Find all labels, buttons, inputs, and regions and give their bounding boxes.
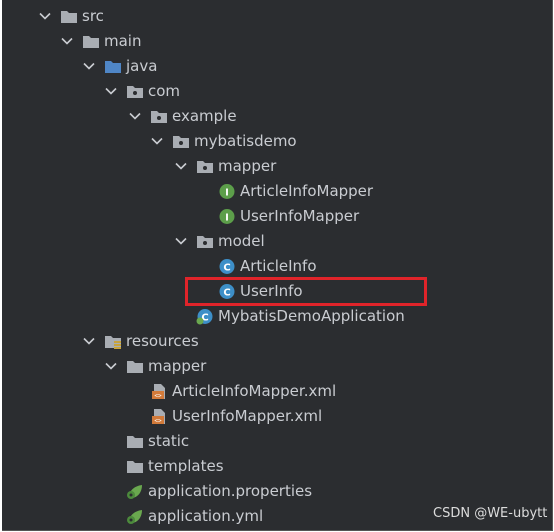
- tree-item-com[interactable]: com: [2, 79, 552, 104]
- spring-config-icon: [126, 483, 144, 500]
- tree-item-label: resources: [126, 332, 199, 350]
- xml-file-icon: <>: [150, 383, 168, 400]
- tree-item-label: ArticleInfoMapper.xml: [172, 382, 337, 400]
- tree-item-label: UserInfo: [240, 282, 303, 300]
- resources-folder-icon: [104, 333, 122, 350]
- tree-item-mybatisdemoapplication[interactable]: C MybatisDemoApplication: [2, 304, 552, 329]
- svg-text:<>: <>: [154, 393, 162, 400]
- chevron-down-icon[interactable]: [174, 234, 188, 248]
- chevron-down-icon[interactable]: [150, 134, 164, 148]
- project-tree-panel: src main java com example mybatisdemo mapper I A…: [2, 0, 553, 531]
- tree-item-label: application.yml: [148, 507, 264, 525]
- chevron-down-icon[interactable]: [38, 9, 52, 23]
- tree-item-articleinfo[interactable]: C ArticleInfo: [2, 254, 552, 279]
- tree-item-src[interactable]: src: [2, 4, 552, 29]
- chevron-down-icon[interactable]: [128, 109, 142, 123]
- package-icon: [196, 158, 214, 175]
- package-icon: [126, 83, 144, 100]
- tree-item-application-properties[interactable]: application.properties: [2, 479, 552, 504]
- svg-text:C: C: [223, 288, 230, 299]
- tree-item-label: ArticleInfoMapper: [240, 182, 374, 200]
- tree-item-label: mybatisdemo: [194, 132, 297, 150]
- tree-item-label: com: [148, 82, 181, 100]
- watermark: CSDN @WE-ubytt: [433, 506, 548, 521]
- folder-icon: [82, 33, 100, 50]
- tree-item-label: example: [172, 107, 237, 125]
- chevron-down-icon[interactable]: [174, 159, 188, 173]
- tree-item-mybatisdemo[interactable]: mybatisdemo: [2, 129, 552, 154]
- tree-item-label: UserInfoMapper: [240, 207, 360, 225]
- tree-item-resources[interactable]: resources: [2, 329, 552, 354]
- svg-text:I: I: [225, 188, 229, 199]
- tree-item-articleinfomapper[interactable]: I ArticleInfoMapper: [2, 179, 552, 204]
- tree-item-userinfomapper[interactable]: I UserInfoMapper: [2, 204, 552, 229]
- tree-item-label: src: [82, 7, 104, 25]
- svg-text:<>: <>: [154, 418, 162, 425]
- tree-item-userinfo[interactable]: C UserInfo: [2, 279, 552, 304]
- tree-item-label: templates: [148, 457, 224, 475]
- tree-item-main[interactable]: main: [2, 29, 552, 54]
- source-folder-icon: [104, 58, 122, 75]
- folder-icon: [126, 458, 144, 475]
- tree-item-mapper-folder[interactable]: mapper: [2, 354, 552, 379]
- tree-item-label: static: [148, 432, 190, 450]
- spring-config-icon: [126, 508, 144, 525]
- interface-icon: I: [218, 183, 236, 200]
- folder-icon: [60, 8, 78, 25]
- tree-item-articleinfomapper-xml[interactable]: <> ArticleInfoMapper.xml: [2, 379, 552, 404]
- tree-item-label: main: [104, 32, 142, 50]
- tree-item-label: UserInfoMapper.xml: [172, 407, 323, 425]
- tree-item-label: MybatisDemoApplication: [218, 307, 405, 325]
- tree-item-label: java: [126, 57, 158, 75]
- folder-icon: [126, 358, 144, 375]
- svg-text:C: C: [223, 263, 230, 274]
- tree-item-model[interactable]: model: [2, 229, 552, 254]
- class-icon: C: [218, 258, 236, 275]
- chevron-down-icon[interactable]: [60, 34, 74, 48]
- svg-text:I: I: [225, 213, 229, 224]
- tree-item-label: ArticleInfo: [240, 257, 317, 275]
- tree-item-example[interactable]: example: [2, 104, 552, 129]
- chevron-down-icon[interactable]: [82, 59, 96, 73]
- tree-item-label: application.properties: [148, 482, 313, 500]
- class-icon: C: [218, 283, 236, 300]
- tree-item-static[interactable]: static: [2, 429, 552, 454]
- tree-item-label: mapper: [218, 157, 277, 175]
- tree-item-templates[interactable]: templates: [2, 454, 552, 479]
- chevron-down-icon[interactable]: [104, 84, 118, 98]
- package-icon: [172, 133, 190, 150]
- xml-file-icon: <>: [150, 408, 168, 425]
- tree-item-mapper-package[interactable]: mapper: [2, 154, 552, 179]
- tree-item-userinfomapper-xml[interactable]: <> UserInfoMapper.xml: [2, 404, 552, 429]
- package-icon: [150, 108, 168, 125]
- tree-item-java[interactable]: java: [2, 54, 552, 79]
- tree-item-label: model: [218, 232, 265, 250]
- chevron-down-icon[interactable]: [82, 334, 96, 348]
- interface-icon: I: [218, 208, 236, 225]
- chevron-down-icon[interactable]: [104, 359, 118, 373]
- tree-item-label: mapper: [148, 357, 207, 375]
- folder-icon: [126, 433, 144, 450]
- spring-boot-class-icon: C: [196, 308, 214, 325]
- package-icon: [196, 233, 214, 250]
